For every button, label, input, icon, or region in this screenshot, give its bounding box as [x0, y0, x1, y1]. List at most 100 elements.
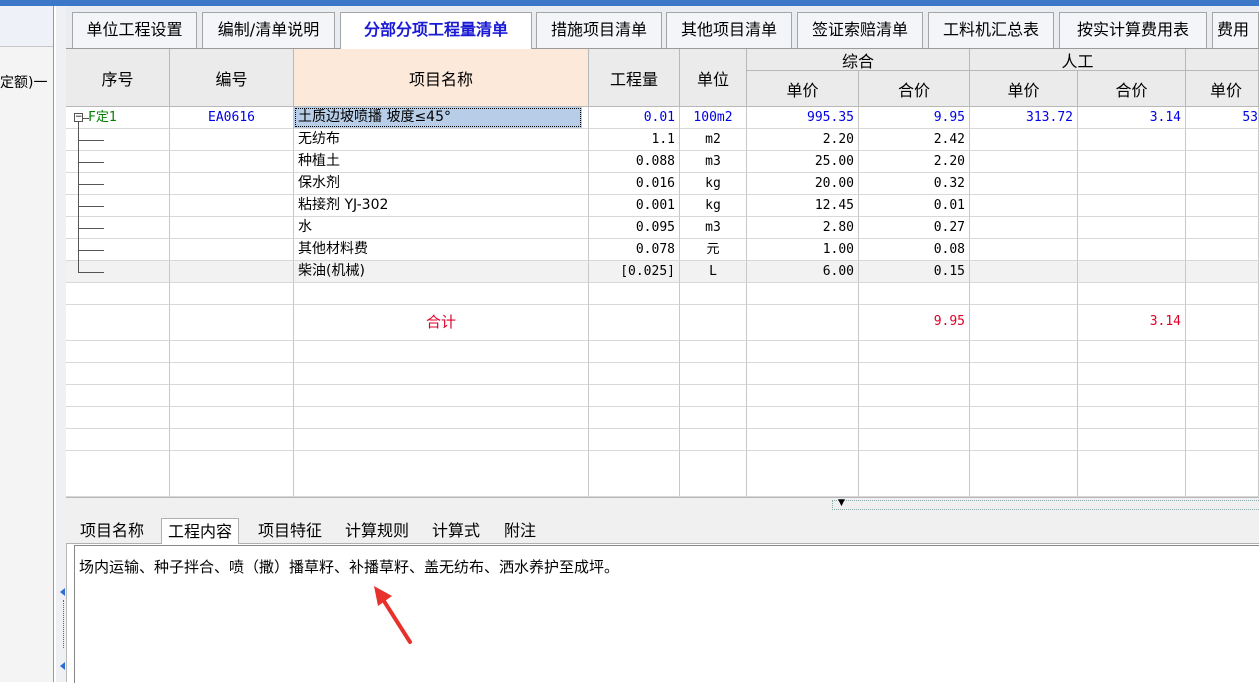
row-4-labor-price[interactable] — [970, 195, 1078, 217]
row-2-code[interactable] — [170, 151, 294, 173]
row-4-unit[interactable]: kg — [680, 195, 747, 217]
row-empty-seq[interactable] — [66, 283, 170, 305]
row-blank-b-seq[interactable] — [66, 363, 170, 385]
row-blank-f-code[interactable] — [170, 451, 294, 497]
row-blank-c-name[interactable] — [294, 385, 589, 407]
row-3-labor-total[interactable] — [1078, 173, 1186, 195]
row-6-qty[interactable]: 0.078 — [589, 239, 680, 261]
row-blank-c-np[interactable] — [1186, 385, 1259, 407]
row-blank-a-name[interactable] — [294, 341, 589, 363]
row-0-composite-total[interactable]: 9.95 — [859, 107, 970, 129]
row-1-code[interactable] — [170, 129, 294, 151]
row-6-code[interactable] — [170, 239, 294, 261]
row-0-qty[interactable]: 0.01 — [589, 107, 680, 129]
tab-other-items[interactable]: 其他项目清单 — [666, 12, 792, 48]
header-seq[interactable]: 序号 — [66, 49, 170, 107]
row-blank-c-unit[interactable] — [680, 385, 747, 407]
tab-fees[interactable]: 费用 — [1212, 12, 1259, 48]
row-2-next-price[interactable] — [1186, 151, 1259, 173]
row-blank-c-cp[interactable] — [747, 385, 859, 407]
header-unit[interactable]: 单位 — [680, 49, 747, 107]
detail-tab-calc-rules[interactable]: 计算规则 — [339, 518, 415, 544]
detail-tab-item-name[interactable]: 项目名称 — [74, 518, 150, 544]
row-1-labor-total[interactable] — [1078, 129, 1186, 151]
row-blank-f-lt[interactable] — [1078, 451, 1186, 497]
row-blank-e-np[interactable] — [1186, 429, 1259, 451]
row-blank-e-qty[interactable] — [589, 429, 680, 451]
header-composite-total[interactable]: 合价 — [859, 71, 970, 107]
header-name[interactable]: 项目名称 — [294, 49, 589, 107]
row-6-unit[interactable]: 元 — [680, 239, 747, 261]
row-4-name[interactable]: 粘接剂 YJ-302 — [294, 195, 589, 217]
row-empty-cp[interactable] — [747, 283, 859, 305]
collapse-tree-icon[interactable]: − — [74, 113, 83, 122]
row-blank-f-lp[interactable] — [970, 451, 1078, 497]
row-blank-b-lp[interactable] — [970, 363, 1078, 385]
row-3-next-price[interactable] — [1186, 173, 1259, 195]
row-6-composite-price[interactable]: 1.00 — [747, 239, 859, 261]
row-4-composite-price[interactable]: 12.45 — [747, 195, 859, 217]
row-5-composite-total[interactable]: 0.27 — [859, 217, 970, 239]
detail-tab-features[interactable]: 项目特征 — [252, 518, 328, 544]
row-blank-b-qty[interactable] — [589, 363, 680, 385]
header-labor-total[interactable]: 合价 — [1078, 71, 1186, 107]
tab-measures[interactable]: 措施项目清单 — [536, 12, 662, 48]
row-blank-f-name[interactable] — [294, 451, 589, 497]
row-7-composite-price[interactable]: 6.00 — [747, 261, 859, 283]
row-blank-b-unit[interactable] — [680, 363, 747, 385]
row-4-composite-total[interactable]: 0.01 — [859, 195, 970, 217]
row-3-qty[interactable]: 0.016 — [589, 173, 680, 195]
row-blank-b-cp[interactable] — [747, 363, 859, 385]
row-blank-e-lp[interactable] — [970, 429, 1078, 451]
row-blank-c-lp[interactable] — [970, 385, 1078, 407]
tab-unit-settings[interactable]: 单位工程设置 — [72, 12, 197, 48]
row-blank-a-np[interactable] — [1186, 341, 1259, 363]
detail-tab-work-content[interactable]: 工程内容 — [161, 518, 240, 544]
row-blank-a-lp[interactable] — [970, 341, 1078, 363]
row-2-labor-price[interactable] — [970, 151, 1078, 173]
row-blank-c-ct[interactable] — [859, 385, 970, 407]
row-blank-b-code[interactable] — [170, 363, 294, 385]
row-blank-d-qty[interactable] — [589, 407, 680, 429]
row-3-name[interactable]: 保水剂 — [294, 173, 589, 195]
row-5-code[interactable] — [170, 217, 294, 239]
row-blank-d-ct[interactable] — [859, 407, 970, 429]
row-5-composite-price[interactable]: 2.80 — [747, 217, 859, 239]
row-blank-d-seq[interactable] — [66, 407, 170, 429]
header-code[interactable]: 编号 — [170, 49, 294, 107]
row-blank-a-lt[interactable] — [1078, 341, 1186, 363]
row-blank-d-lt[interactable] — [1078, 407, 1186, 429]
row-6-name[interactable]: 其他材料费 — [294, 239, 589, 261]
row-blank-d-np[interactable] — [1186, 407, 1259, 429]
header-next-unit-price[interactable]: 单价 — [1186, 71, 1259, 107]
row-blank-a-unit[interactable] — [680, 341, 747, 363]
row-blank-d-unit[interactable] — [680, 407, 747, 429]
row-blank-b-name[interactable] — [294, 363, 589, 385]
chevron-down-icon[interactable]: ▼ — [838, 498, 845, 508]
row-empty-code[interactable] — [170, 283, 294, 305]
work-content-text[interactable]: 场内运输、种子拌合、喷（撒）播草籽、补播草籽、盖无纺布、洒水养护至成坪。 — [79, 556, 619, 577]
row-3-composite-total[interactable]: 0.32 — [859, 173, 970, 195]
tab-compile-notes[interactable]: 编制/清单说明 — [202, 12, 335, 48]
row-1-labor-price[interactable] — [970, 129, 1078, 151]
row-2-composite-total[interactable]: 2.20 — [859, 151, 970, 173]
row-empty-lp[interactable] — [970, 283, 1078, 305]
row-6-labor-price[interactable] — [970, 239, 1078, 261]
row-0-next-price[interactable]: 53 — [1186, 107, 1259, 129]
row-3-labor-price[interactable] — [970, 173, 1078, 195]
row-5-labor-price[interactable] — [970, 217, 1078, 239]
row-7-composite-total[interactable]: 0.15 — [859, 261, 970, 283]
work-content-editor[interactable]: 场内运输、种子拌合、喷（撒）播草籽、补播草籽、盖无纺布、洒水养护至成坪。 — [74, 545, 1259, 683]
row-3-code[interactable] — [170, 173, 294, 195]
row-blank-f-unit[interactable] — [680, 451, 747, 497]
row-1-composite-total[interactable]: 2.42 — [859, 129, 970, 151]
row-empty-qty[interactable] — [589, 283, 680, 305]
row-7-name[interactable]: 柴油(机械) — [294, 261, 589, 283]
row-blank-a-ct[interactable] — [859, 341, 970, 363]
row-blank-f-ct[interactable] — [859, 451, 970, 497]
row-blank-f-np[interactable] — [1186, 451, 1259, 497]
row-empty-lt[interactable] — [1078, 283, 1186, 305]
row-blank-d-lp[interactable] — [970, 407, 1078, 429]
row-blank-c-seq[interactable] — [66, 385, 170, 407]
row-1-qty[interactable]: 1.1 — [589, 129, 680, 151]
